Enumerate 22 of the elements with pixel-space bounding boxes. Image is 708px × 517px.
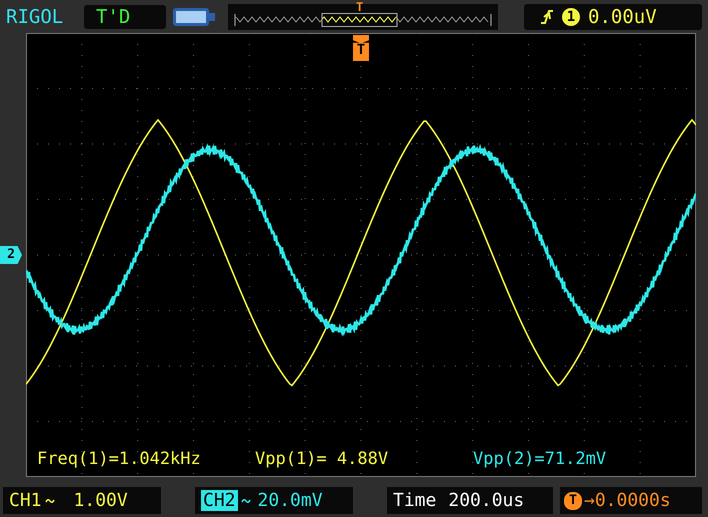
channel-marker: 2 — [0, 246, 22, 264]
channel-scale: 1.00V — [74, 490, 128, 511]
channel-scale-panel[interactable]: CH1 1.00V — [3, 487, 161, 514]
timebase-label: Time — [393, 490, 436, 511]
trigger-offset-marker: T — [564, 492, 582, 510]
timebase-panel[interactable]: Time 200.0us — [387, 487, 553, 514]
measurement-readout: Vpp(2)=71.2mV — [473, 449, 606, 469]
measurement-readout: Freq(1)=1.042kHz — [37, 449, 201, 469]
channel-scale-panel[interactable]: CH2 20.0mV — [195, 487, 353, 514]
trigger-source-badge: 1 — [562, 8, 580, 26]
run-status: T'D — [84, 5, 166, 29]
timebase-value: 200.0us — [448, 490, 524, 511]
channel-label: CH2 — [201, 490, 238, 511]
trigger-marker: T — [353, 35, 369, 61]
channel-scale: 20.0mV — [258, 490, 323, 511]
trigger-offset-value: →0.0000s — [584, 490, 671, 511]
trigger-offset-panel[interactable]: T →0.0000s — [560, 487, 702, 514]
trigger-position-marker: T — [356, 0, 364, 14]
brand-logo: RIGOL — [6, 6, 64, 28]
trigger-level: 0.00uV — [588, 6, 657, 28]
channel-label: CH1 — [9, 490, 42, 511]
measurement-readout: Vpp(1)= 4.88V — [255, 449, 388, 469]
